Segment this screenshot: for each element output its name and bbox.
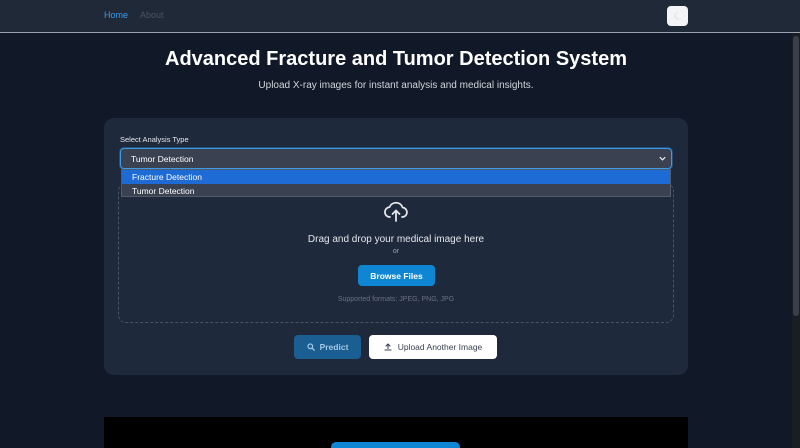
analysis-type-dropdown: Fracture Detection Tumor Detection <box>121 169 671 197</box>
results-action-button[interactable] <box>331 442 460 448</box>
selected-analysis-value: Tumor Detection <box>131 154 194 164</box>
theme-toggle-button[interactable] <box>667 6 688 26</box>
supported-formats-text: Supported formats: JPEG, PNG, JPG <box>337 296 455 303</box>
predict-button[interactable]: Predict <box>294 335 361 359</box>
cloud-upload-icon <box>384 201 408 222</box>
nav-about-link[interactable]: About <box>140 10 164 20</box>
option-tumor-detection[interactable]: Tumor Detection <box>122 184 670 198</box>
nav-home-link[interactable]: Home <box>104 10 128 20</box>
analysis-type-select[interactable]: Tumor Detection <box>120 148 672 169</box>
navbar: Home About <box>0 0 800 33</box>
drag-drop-text: Drag and drop your medical image here <box>307 234 485 245</box>
page-title: Advanced Fracture and Tumor Detection Sy… <box>165 48 627 70</box>
predict-label: Predict <box>319 342 349 352</box>
analysis-type-label: Select Analysis Type <box>120 135 189 144</box>
moon-icon <box>673 11 682 20</box>
search-icon <box>306 343 315 351</box>
chevron-down-icon <box>659 156 666 161</box>
scrollbar-thumb[interactable] <box>793 36 799 316</box>
upload-icon <box>384 343 392 351</box>
upload-another-label: Upload Another Image <box>397 342 483 352</box>
browse-files-button[interactable]: Browse Files <box>358 265 435 286</box>
upload-another-image-button[interactable]: Upload Another Image <box>369 335 497 359</box>
option-fracture-detection[interactable]: Fracture Detection <box>122 170 670 184</box>
or-text: or <box>392 248 400 255</box>
page-subtitle: Upload X-ray images for instant analysis… <box>258 80 534 91</box>
